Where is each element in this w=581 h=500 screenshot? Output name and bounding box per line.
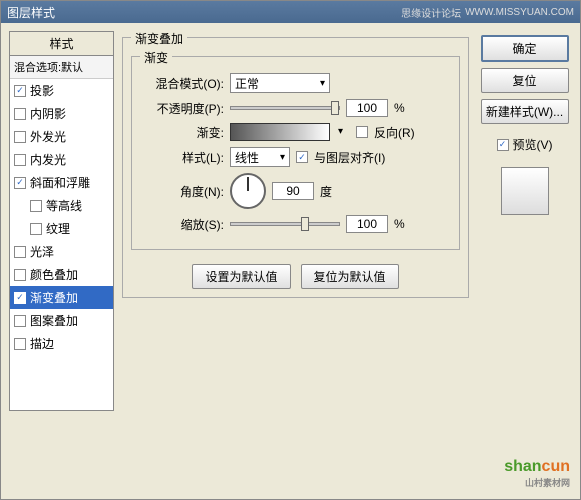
watermark: shancun 山村素材网	[504, 458, 570, 489]
style-item-label: 颜色叠加	[30, 266, 78, 283]
reverse-label: 反向(R)	[374, 124, 415, 141]
settings-panel: 渐变叠加 渐变 混合模式(O): 正常 不透明度(P): %	[122, 31, 469, 411]
opacity-label: 不透明度(P):	[144, 100, 224, 117]
style-item-label: 内阴影	[30, 105, 66, 122]
action-panel: 确定 复位 新建样式(W)... 预览(V)	[477, 31, 572, 411]
style-item-1[interactable]: 内阴影	[10, 102, 113, 125]
style-label: 样式(L):	[144, 149, 224, 166]
gradient-overlay-group: 渐变叠加 渐变 混合模式(O): 正常 不透明度(P): %	[122, 37, 469, 298]
gradient-label: 渐变:	[144, 124, 224, 141]
new-style-button[interactable]: 新建样式(W)...	[481, 99, 569, 124]
reverse-checkbox[interactable]	[356, 126, 368, 138]
style-item-label: 等高线	[46, 197, 82, 214]
gradient-subgroup: 渐变 混合模式(O): 正常 不透明度(P): % 渐变	[131, 56, 460, 250]
blending-options-row[interactable]: 混合选项:默认	[10, 56, 113, 79]
scale-unit: %	[394, 217, 405, 231]
style-item-label: 投影	[30, 82, 54, 99]
preview-swatch	[501, 167, 549, 215]
style-item-label: 斜面和浮雕	[30, 174, 90, 191]
style-checkbox[interactable]	[14, 131, 26, 143]
style-item-2[interactable]: 外发光	[10, 125, 113, 148]
reset-default-button[interactable]: 复位为默认值	[301, 264, 399, 289]
scale-input[interactable]	[346, 215, 388, 233]
scale-slider[interactable]	[230, 222, 340, 226]
opacity-input[interactable]	[346, 99, 388, 117]
style-item-7[interactable]: 光泽	[10, 240, 113, 263]
styles-listbox: 样式 混合选项:默认 投影内阴影外发光内发光斜面和浮雕等高线纹理光泽颜色叠加渐变…	[9, 31, 114, 411]
style-item-4[interactable]: 斜面和浮雕	[10, 171, 113, 194]
angle-input[interactable]	[272, 182, 314, 200]
style-item-3[interactable]: 内发光	[10, 148, 113, 171]
style-item-0[interactable]: 投影	[10, 79, 113, 102]
style-item-label: 外发光	[30, 128, 66, 145]
window-title: 图层样式	[7, 4, 55, 21]
style-item-11[interactable]: 描边	[10, 332, 113, 355]
angle-unit: 度	[320, 183, 332, 200]
style-item-label: 图案叠加	[30, 312, 78, 329]
style-checkbox[interactable]	[14, 338, 26, 350]
opacity-slider[interactable]	[230, 106, 340, 110]
style-checkbox[interactable]	[14, 269, 26, 281]
style-item-5[interactable]: 等高线	[10, 194, 113, 217]
style-item-8[interactable]: 颜色叠加	[10, 263, 113, 286]
style-item-label: 渐变叠加	[30, 289, 78, 306]
cancel-button[interactable]: 复位	[481, 68, 569, 93]
style-checkbox[interactable]	[14, 292, 26, 304]
style-checkbox[interactable]	[14, 85, 26, 97]
ok-button[interactable]: 确定	[481, 35, 569, 62]
style-checkbox[interactable]	[14, 315, 26, 327]
make-default-button[interactable]: 设置为默认值	[192, 264, 290, 289]
opacity-unit: %	[394, 101, 405, 115]
angle-label: 角度(N):	[144, 183, 224, 200]
layer-style-dialog: 图层样式 思缘设计论坛 WWW.MISSYUAN.COM 样式 混合选项:默认 …	[0, 0, 581, 500]
style-item-6[interactable]: 纹理	[10, 217, 113, 240]
subgroup-title: 渐变	[140, 49, 172, 66]
style-item-9[interactable]: 渐变叠加	[10, 286, 113, 309]
blend-mode-select[interactable]: 正常	[230, 73, 330, 93]
style-checkbox[interactable]	[14, 154, 26, 166]
style-checkbox[interactable]	[14, 108, 26, 120]
titlebar-brand: 思缘设计论坛 WWW.MISSYUAN.COM	[401, 5, 574, 20]
style-item-10[interactable]: 图案叠加	[10, 309, 113, 332]
style-checkbox[interactable]	[14, 177, 26, 189]
style-checkbox[interactable]	[30, 200, 42, 212]
style-checkbox[interactable]	[30, 223, 42, 235]
align-label: 与图层对齐(I)	[314, 149, 385, 166]
style-item-label: 描边	[30, 335, 54, 352]
preview-checkbox[interactable]	[497, 139, 509, 151]
angle-dial[interactable]	[230, 173, 266, 209]
align-checkbox[interactable]	[296, 151, 308, 163]
dialog-content: 样式 混合选项:默认 投影内阴影外发光内发光斜面和浮雕等高线纹理光泽颜色叠加渐变…	[1, 23, 580, 419]
blend-mode-label: 混合模式(O):	[144, 75, 224, 92]
style-checkbox[interactable]	[14, 246, 26, 258]
gradient-picker[interactable]	[230, 123, 330, 141]
style-item-label: 纹理	[46, 220, 70, 237]
style-select[interactable]: 线性	[230, 147, 290, 167]
style-item-label: 光泽	[30, 243, 54, 260]
scale-label: 缩放(S):	[144, 216, 224, 233]
group-title: 渐变叠加	[131, 30, 187, 47]
styles-header[interactable]: 样式	[10, 32, 113, 56]
preview-label: 预览(V)	[513, 136, 553, 153]
styles-panel: 样式 混合选项:默认 投影内阴影外发光内发光斜面和浮雕等高线纹理光泽颜色叠加渐变…	[9, 31, 114, 411]
style-item-label: 内发光	[30, 151, 66, 168]
titlebar: 图层样式 思缘设计论坛 WWW.MISSYUAN.COM	[1, 1, 580, 23]
